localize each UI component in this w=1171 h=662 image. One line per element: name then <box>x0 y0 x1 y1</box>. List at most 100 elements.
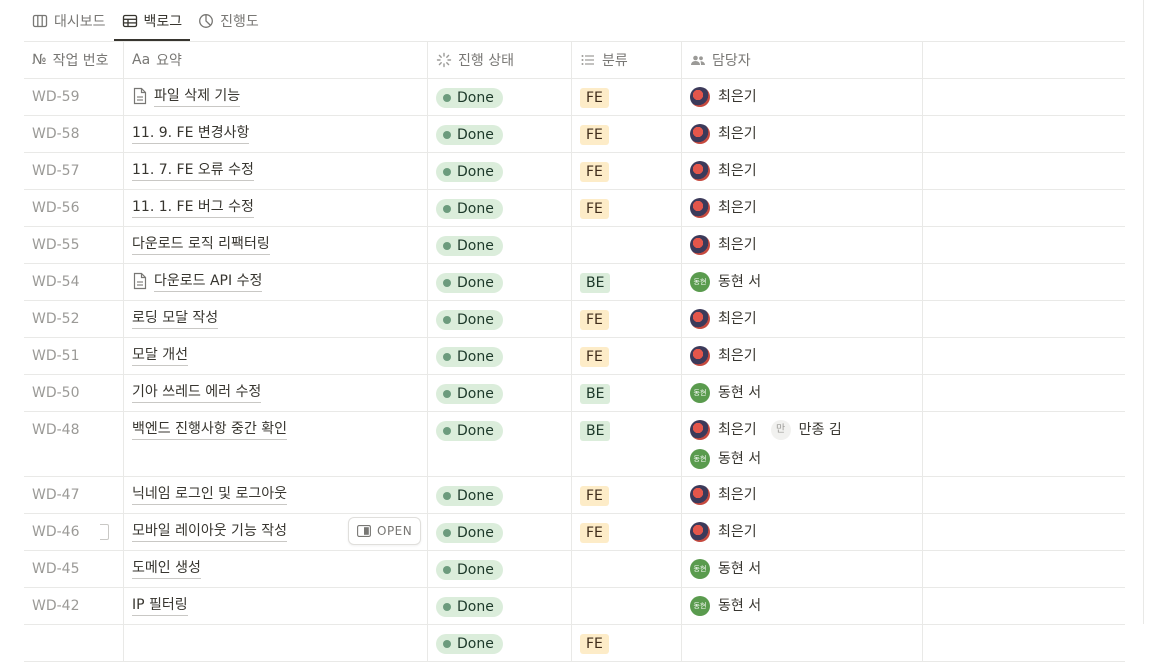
row-owner-cell[interactable]: 최은기 <box>682 116 923 152</box>
row-category-cell[interactable] <box>572 227 682 263</box>
row-status-cell[interactable]: Done <box>428 79 572 115</box>
row-status-cell[interactable]: Done <box>428 477 572 513</box>
row-summary-cell[interactable]: 모달 개선 <box>124 338 428 374</box>
row-summary[interactable]: 닉네임 로그인 및 로그아웃 <box>132 485 288 505</box>
row-owner-cell[interactable]: 동현 동현 서 <box>682 551 923 587</box>
table-row[interactable]: WD-47 닉네임 로그인 및 로그아웃 Done FE 최은기 <box>24 477 1125 514</box>
row-category-cell[interactable]: FE <box>572 153 682 189</box>
row-summary[interactable]: 기아 쓰레드 에러 수정 <box>132 383 262 403</box>
row-summary-cell[interactable]: 11. 1. FE 버그 수정 <box>124 190 428 226</box>
table-row[interactable]: WD-48 백엔드 진행사항 중간 확인 Done BE 최은기 만 만종 김 동현 동현 서 <box>24 412 1125 477</box>
table-row[interactable]: WD-50 기아 쓰레드 에러 수정 Done BE 동현 동현 서 <box>24 375 1125 412</box>
row-status-cell[interactable]: Done <box>428 338 572 374</box>
column-header-owner[interactable]: 담당자 <box>682 42 923 78</box>
row-summary[interactable]: 11. 9. FE 변경사항 <box>132 124 250 144</box>
row-category-cell[interactable]: BE <box>572 412 682 476</box>
row-status-cell[interactable]: Done <box>428 301 572 337</box>
row-summary[interactable]: 파일 삭제 기능 <box>154 87 241 107</box>
column-header-id[interactable]: № 작업 번호 <box>24 42 124 78</box>
row-category-cell[interactable]: FE <box>572 625 682 661</box>
table-row[interactable]: WD-58 11. 9. FE 변경사항 Done FE 최은기 <box>24 116 1125 153</box>
table-row[interactable]: WD-59 파일 삭제 기능 Done FE 최은기 <box>24 79 1125 116</box>
row-summary-cell[interactable]: 모바일 레이아웃 기능 작성 OPEN <box>100 514 428 550</box>
row-summary[interactable]: 로딩 모달 작성 <box>132 309 219 329</box>
row-owner-cell[interactable]: 최은기 <box>682 153 923 189</box>
row-summary[interactable]: 도메인 생성 <box>132 559 201 579</box>
table-row[interactable]: WD-54 다운로드 API 수정 Done BE 동현 동현 서 <box>24 264 1125 301</box>
row-summary-cell[interactable]: 11. 7. FE 오류 수정 <box>124 153 428 189</box>
row-owner-cell[interactable]: 최은기 <box>682 227 923 263</box>
row-summary[interactable]: 백엔드 진행사항 중간 확인 <box>132 420 288 440</box>
row-category-cell[interactable]: FE <box>572 338 682 374</box>
row-summary[interactable]: IP 필터링 <box>132 596 188 616</box>
row-summary-cell[interactable]: 백엔드 진행사항 중간 확인 <box>124 412 428 476</box>
row-summary-cell[interactable] <box>124 625 428 661</box>
table-row[interactable]: WD-52 로딩 모달 작성 Done FE 최은기 <box>24 301 1125 338</box>
table-row[interactable]: WD-45 도메인 생성 Done 동현 동현 서 <box>24 551 1125 588</box>
row-status-cell[interactable]: Done <box>428 625 572 661</box>
tab-backlog[interactable]: 백로그 <box>113 0 191 41</box>
row-category-cell[interactable]: FE <box>572 190 682 226</box>
avatar: 동현 <box>690 559 710 579</box>
row-summary-cell[interactable]: 다운로드 로직 리팩터링 <box>124 227 428 263</box>
row-category-cell[interactable] <box>572 551 682 587</box>
column-header-category[interactable]: 분류 <box>572 42 682 78</box>
row-owner-cell[interactable]: 최은기 <box>682 301 923 337</box>
row-category-cell[interactable]: FE <box>572 477 682 513</box>
row-summary-cell[interactable]: 11. 9. FE 변경사항 <box>124 116 428 152</box>
row-category-cell[interactable]: BE <box>572 264 682 300</box>
row-owner-cell[interactable]: 최은기 만 만종 김 동현 동현 서 <box>682 412 923 476</box>
row-summary-cell[interactable]: 로딩 모달 작성 <box>124 301 428 337</box>
row-status-cell[interactable]: Done <box>428 412 572 476</box>
tab-dashboard[interactable]: 대시보드 <box>24 0 114 41</box>
row-summary[interactable]: 다운로드 로직 리팩터링 <box>132 235 270 255</box>
row-summary-cell[interactable]: 파일 삭제 기능 <box>124 79 428 115</box>
row-status-cell[interactable]: Done <box>428 227 572 263</box>
row-summary[interactable]: 모바일 레이아웃 기능 작성 <box>132 522 288 542</box>
row-summary[interactable]: 다운로드 API 수정 <box>154 272 263 292</box>
row-summary-cell[interactable]: IP 필터링 <box>124 588 428 624</box>
table-row[interactable]: WD-46 모바일 레이아웃 기능 작성 OPEN Done FE 최은기 <box>24 514 1125 551</box>
row-owner-cell[interactable]: 동현 동현 서 <box>682 588 923 624</box>
row-owner-cell[interactable]: 최은기 <box>682 514 923 550</box>
row-category-cell[interactable]: FE <box>572 514 682 550</box>
row-category-cell[interactable] <box>572 588 682 624</box>
row-category-cell[interactable]: FE <box>572 116 682 152</box>
row-summary[interactable]: 모달 개선 <box>132 346 188 366</box>
row-summary-cell[interactable]: 닉네임 로그인 및 로그아웃 <box>124 477 428 513</box>
row-summary-cell[interactable]: 다운로드 API 수정 <box>124 264 428 300</box>
row-owner-cell[interactable]: 최은기 <box>682 338 923 374</box>
column-header-summary[interactable]: Aa 요약 <box>124 42 428 78</box>
row-summary-cell[interactable]: 기아 쓰레드 에러 수정 <box>124 375 428 411</box>
row-owner-cell[interactable] <box>682 625 923 661</box>
row-owner-cell[interactable]: 동현 동현 서 <box>682 264 923 300</box>
row-status-cell[interactable]: Done <box>428 551 572 587</box>
row-status-cell[interactable]: Done <box>428 153 572 189</box>
row-owner-cell[interactable]: 최은기 <box>682 190 923 226</box>
row-category-cell[interactable]: FE <box>572 301 682 337</box>
column-header-status[interactable]: 진행 상태 <box>428 42 572 78</box>
row-summary-cell[interactable]: 도메인 생성 <box>124 551 428 587</box>
row-owner-cell[interactable]: 최은기 <box>682 477 923 513</box>
row-status-cell[interactable]: Done <box>428 116 572 152</box>
row-owner-cell[interactable]: 동현 동현 서 <box>682 375 923 411</box>
row-owner-cell[interactable]: 최은기 <box>682 79 923 115</box>
table-row[interactable]: Done FE <box>24 625 1125 662</box>
row-status-cell[interactable]: Done <box>428 514 572 550</box>
table-row[interactable]: WD-55 다운로드 로직 리팩터링 Done 최은기 <box>24 227 1125 264</box>
table-row[interactable]: WD-57 11. 7. FE 오류 수정 Done FE 최은기 <box>24 153 1125 190</box>
row-status-cell[interactable]: Done <box>428 375 572 411</box>
row-summary[interactable]: 11. 7. FE 오류 수정 <box>132 161 254 181</box>
tab-progress[interactable]: 진행도 <box>190 0 267 41</box>
row-category-cell[interactable]: FE <box>572 79 682 115</box>
table-row[interactable]: WD-42 IP 필터링 Done 동현 동현 서 <box>24 588 1125 625</box>
row-status-cell[interactable]: Done <box>428 264 572 300</box>
row-summary[interactable]: 11. 1. FE 버그 수정 <box>132 198 254 218</box>
row-status-cell[interactable]: Done <box>428 190 572 226</box>
table-row[interactable]: WD-51 모달 개선 Done FE 최은기 <box>24 338 1125 375</box>
row-status-cell[interactable]: Done <box>428 588 572 624</box>
row-category-cell[interactable]: BE <box>572 375 682 411</box>
row-select-handle[interactable] <box>100 524 109 540</box>
open-row-button[interactable]: OPEN <box>348 517 422 545</box>
table-row[interactable]: WD-56 11. 1. FE 버그 수정 Done FE 최은기 <box>24 190 1125 227</box>
